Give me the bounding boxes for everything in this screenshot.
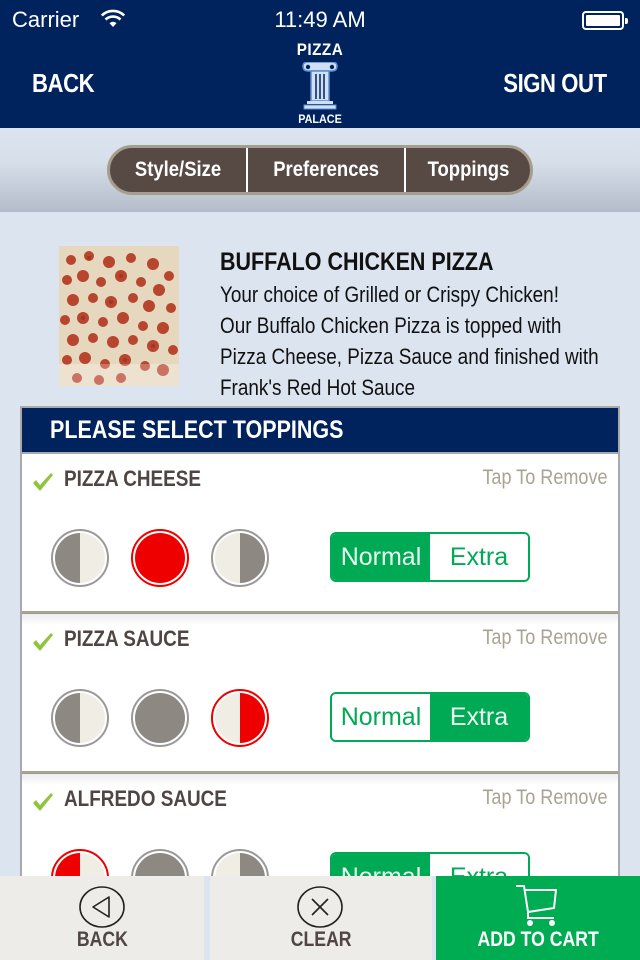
checkmark-icon xyxy=(33,633,53,651)
tap-to-remove-button[interactable]: Tap To Remove xyxy=(483,786,608,810)
description-line: Your choice of Grilled or Crispy Chicken… xyxy=(220,282,559,307)
segmented-tabs: Style/Size Preferences Toppings xyxy=(107,145,533,195)
topping-item-pizza-cheese: PIZZA CHEESE Tap To Remove Normal Extra xyxy=(22,454,618,625)
pizza-palace-logo: PIZZA PALACE xyxy=(286,40,354,128)
amount-extra-option[interactable]: Extra xyxy=(430,534,528,580)
battery-icon xyxy=(582,11,628,30)
tap-to-remove-button[interactable]: Tap To Remove xyxy=(483,466,608,490)
product-image xyxy=(59,246,179,386)
topping-name: ALFREDO SAUCE xyxy=(64,786,227,811)
topping-name: PIZZA SAUCE xyxy=(64,626,190,651)
right-half-portion-icon[interactable] xyxy=(210,688,270,748)
product-description: Your choice of Grilled or Crispy Chicken… xyxy=(220,279,633,403)
clear-x-icon xyxy=(297,886,343,928)
logo-text-top: PIZZA xyxy=(296,40,344,59)
amount-extra-option[interactable]: Extra xyxy=(430,694,528,740)
bottom-back-label: BACK xyxy=(76,928,128,951)
right-half-portion-icon[interactable] xyxy=(210,848,270,876)
bottom-back-button[interactable]: BACK xyxy=(0,876,204,960)
amount-normal-option[interactable]: Normal xyxy=(332,854,430,876)
topping-item-alfredo-sauce: ALFREDO SAUCE Tap To Remove Normal Extra xyxy=(22,774,618,876)
description-line: Our Buffalo Chicken Pizza is topped with xyxy=(220,313,562,338)
header-back-button[interactable]: BACK xyxy=(32,68,95,99)
bottom-action-bar: BACK CLEAR ADD TO CART xyxy=(0,876,640,960)
toppings-panel-header: PLEASE SELECT TOPPINGS xyxy=(22,408,618,454)
clear-label: CLEAR xyxy=(290,928,352,951)
left-half-portion-icon[interactable] xyxy=(50,688,110,748)
app-header: Carrier 11:49 AM BACK PIZZA PALACE SIGN … xyxy=(0,0,640,128)
add-to-cart-button[interactable]: ADD TO CART xyxy=(436,876,640,960)
checkmark-icon xyxy=(33,473,53,491)
pizza-image xyxy=(59,246,179,386)
description-line: Frank's Red Hot Sauce xyxy=(220,375,416,400)
add-to-cart-label: ADD TO CART xyxy=(477,928,599,951)
shopping-cart-icon xyxy=(516,885,557,926)
status-bar: Carrier 11:49 AM xyxy=(0,0,640,40)
left-half-portion-icon[interactable] xyxy=(50,528,110,588)
clock: 11:49 AM xyxy=(274,7,366,32)
amount-normal-option[interactable]: Normal xyxy=(332,694,430,740)
product-title: BUFFALO CHICKEN PIZZA xyxy=(220,248,494,276)
amount-toggle: Normal Extra xyxy=(330,532,530,582)
tab-area: Style/Size Preferences Toppings xyxy=(0,128,640,212)
tab-style-size[interactable]: Style/Size xyxy=(110,148,246,192)
whole-portion-icon[interactable] xyxy=(130,688,190,748)
toppings-panel: PLEASE SELECT TOPPINGS PIZZA CHEESE Tap … xyxy=(20,406,620,876)
description-line: Pizza Cheese, Pizza Sauce and finished w… xyxy=(220,344,599,369)
logo-text-bottom: PALACE xyxy=(298,112,342,126)
whole-portion-icon[interactable] xyxy=(130,848,190,876)
amount-extra-option[interactable]: Extra xyxy=(430,854,528,876)
pillar-icon xyxy=(302,62,338,110)
topping-name: PIZZA CHEESE xyxy=(64,466,202,491)
tab-preferences[interactable]: Preferences xyxy=(246,148,404,192)
tab-toppings[interactable]: Toppings xyxy=(404,148,530,192)
clear-button[interactable]: CLEAR xyxy=(210,876,432,960)
right-half-portion-icon[interactable] xyxy=(210,528,270,588)
amount-toggle: Normal Extra xyxy=(330,852,530,876)
amount-toggle: Normal Extra xyxy=(330,692,530,742)
left-half-portion-icon[interactable] xyxy=(50,848,110,876)
amount-normal-option[interactable]: Normal xyxy=(332,534,430,580)
tap-to-remove-button[interactable]: Tap To Remove xyxy=(483,626,608,650)
checkmark-icon xyxy=(33,793,53,811)
topping-item-pizza-sauce: PIZZA SAUCE Tap To Remove Normal Extra xyxy=(22,614,618,785)
whole-portion-icon[interactable] xyxy=(130,528,190,588)
sign-out-button[interactable]: SIGN OUT xyxy=(504,68,608,99)
back-arrow-icon xyxy=(79,886,125,928)
